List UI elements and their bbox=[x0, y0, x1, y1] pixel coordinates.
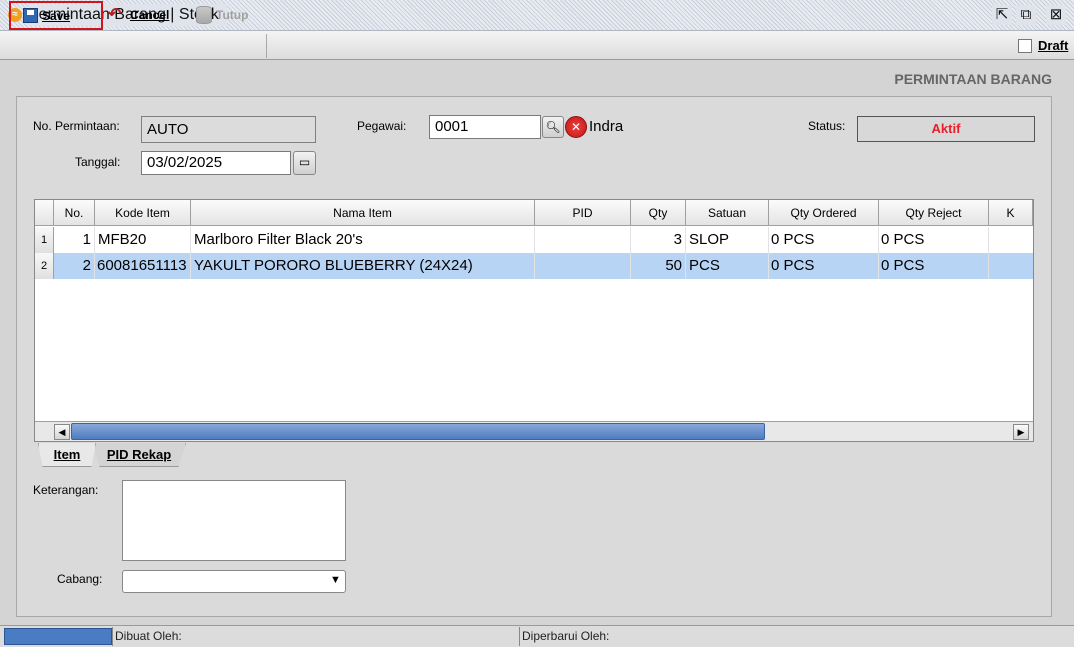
no-permintaan-label: No. Permintaan: bbox=[33, 119, 120, 133]
col-header-kode-item[interactable]: Kode Item bbox=[95, 200, 191, 226]
toolbar-divider bbox=[266, 34, 267, 58]
no-permintaan-field: AUTO bbox=[141, 116, 316, 143]
status-badge: Aktif bbox=[857, 116, 1035, 142]
restore-icon[interactable]: ⇱ bbox=[992, 5, 1012, 25]
section-title: PERMINTAAN BARANG bbox=[894, 71, 1052, 87]
dibuat-oleh-label: Dibuat Oleh: bbox=[115, 629, 182, 643]
grid-corner bbox=[35, 200, 54, 226]
statusbar-divider bbox=[112, 627, 113, 646]
save-icon bbox=[23, 8, 38, 23]
tab-item[interactable]: Item bbox=[38, 443, 96, 467]
cancel-label: Cancel bbox=[130, 8, 170, 22]
cell-kode-item: MFB20 bbox=[95, 227, 191, 253]
keterangan-textarea[interactable] bbox=[122, 480, 346, 561]
col-header-pid[interactable]: PID bbox=[535, 200, 631, 226]
progress-indicator bbox=[4, 628, 112, 645]
scrollbar-thumb[interactable] bbox=[71, 423, 765, 440]
status-label: Status: bbox=[808, 119, 846, 133]
cell-pid bbox=[535, 227, 631, 253]
cell-no: 2 bbox=[54, 253, 95, 279]
cell-qty: 50 bbox=[631, 253, 686, 279]
tutup-button[interactable]: Tutup bbox=[196, 2, 248, 28]
cell-qty-reject: 0 PCS bbox=[879, 227, 989, 253]
cell-qty: 3 bbox=[631, 227, 686, 253]
statusbar-divider bbox=[519, 627, 520, 646]
table-row[interactable]: 1 1 MFB20 Marlboro Filter Black 20's 3 S… bbox=[35, 227, 1033, 253]
col-header-qty[interactable]: Qty bbox=[631, 200, 686, 226]
cell-qty-ordered: 0 PCS bbox=[769, 253, 879, 279]
tab-pid-rekap[interactable]: PID Rekap bbox=[92, 443, 186, 467]
scroll-right-icon[interactable]: ▶ bbox=[1013, 424, 1029, 440]
calendar-icon[interactable]: ▭ bbox=[293, 151, 316, 175]
row-header: 2 bbox=[35, 253, 54, 279]
cell-satuan: PCS bbox=[686, 253, 769, 279]
undo-arrow-icon: ↶ bbox=[108, 6, 122, 23]
cancel-button[interactable]: ↶ Cancel bbox=[108, 2, 169, 28]
save-label: Save bbox=[42, 8, 71, 23]
cell-satuan: SLOP bbox=[686, 227, 769, 253]
cell-qty-ordered: 0 PCS bbox=[769, 227, 879, 253]
save-button[interactable]: Save bbox=[9, 1, 103, 30]
keterangan-label: Keterangan: bbox=[33, 483, 99, 497]
col-header-satuan[interactable]: Satuan bbox=[686, 200, 769, 226]
scroll-left-icon[interactable]: ◀ bbox=[54, 424, 70, 440]
pegawai-label: Pegawai: bbox=[357, 119, 407, 133]
close-icon[interactable]: ⊠ bbox=[1046, 5, 1066, 25]
database-icon bbox=[196, 6, 212, 24]
cabang-label: Cabang: bbox=[57, 572, 103, 586]
pegawai-field[interactable]: 0001 bbox=[429, 115, 541, 139]
cell-qty-reject: 0 PCS bbox=[879, 253, 989, 279]
draft-label[interactable]: Draft bbox=[1038, 38, 1068, 53]
row-header: 1 bbox=[35, 227, 54, 253]
tanggal-label: Tanggal: bbox=[75, 155, 121, 169]
cell-kode-item: 60081651113 bbox=[95, 253, 191, 279]
search-icon[interactable]: 🔍︎ bbox=[542, 116, 564, 138]
cell-pid bbox=[535, 253, 631, 279]
cabang-select[interactable] bbox=[122, 570, 346, 593]
col-header-no[interactable]: No. bbox=[54, 200, 95, 226]
table-row[interactable]: 2 2 60081651113 YAKULT PORORO BLUEBERRY … bbox=[35, 253, 1033, 279]
clear-icon[interactable]: ✕ bbox=[565, 116, 587, 138]
tanggal-field[interactable]: 03/02/2025 bbox=[141, 151, 291, 175]
horizontal-scrollbar[interactable]: ◀ ▶ bbox=[35, 421, 1033, 441]
col-header-nama-item[interactable]: Nama Item bbox=[191, 200, 535, 226]
col-header-qty-ordered[interactable]: Qty Ordered bbox=[769, 200, 879, 226]
tutup-label: Tutup bbox=[216, 8, 249, 22]
toolbar bbox=[0, 31, 1074, 60]
cell-no: 1 bbox=[54, 227, 95, 253]
col-header-k[interactable]: K bbox=[989, 200, 1033, 226]
chevron-down-icon[interactable]: ▼ bbox=[330, 574, 341, 586]
pegawai-name: Indra bbox=[589, 118, 624, 135]
diperbarui-oleh-label: Diperbarui Oleh: bbox=[522, 629, 610, 643]
draft-checkbox[interactable] bbox=[1018, 39, 1032, 53]
maximize-icon[interactable]: ⧉ bbox=[1016, 5, 1036, 25]
items-grid: No. Kode Item Nama Item PID Qty Satuan Q… bbox=[34, 199, 1034, 442]
col-header-qty-reject[interactable]: Qty Reject bbox=[879, 200, 989, 226]
cell-nama-item: YAKULT PORORO BLUEBERRY (24X24) bbox=[191, 253, 535, 279]
cell-nama-item: Marlboro Filter Black 20's bbox=[191, 227, 535, 253]
